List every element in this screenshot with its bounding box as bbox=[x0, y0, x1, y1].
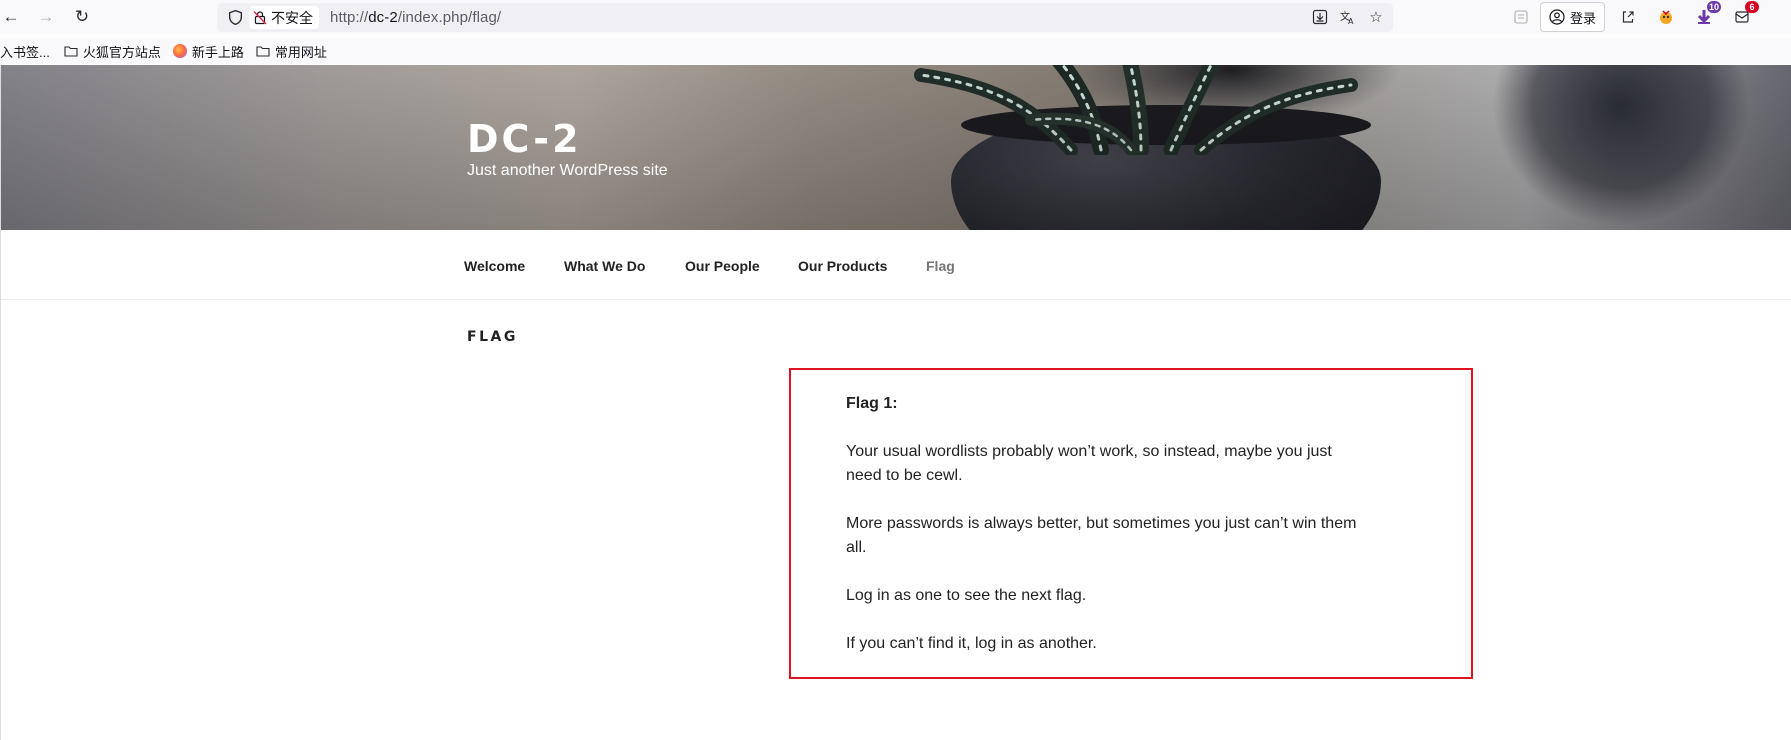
url-prefix: http:// bbox=[330, 9, 369, 26]
bookmark-getting-started[interactable]: 新手上路 bbox=[172, 42, 244, 61]
bookmark-firefox-official[interactable]: 火狐官方站点 bbox=[64, 42, 161, 61]
insecure-label: 不安全 bbox=[271, 9, 313, 26]
account-icon bbox=[1549, 9, 1565, 25]
nav-our-products[interactable]: Our Products bbox=[798, 258, 887, 274]
account-login-button[interactable]: 登录 bbox=[1540, 2, 1606, 32]
main-navigation: Welcome What We Do Our People Our Produc… bbox=[1, 230, 1791, 300]
browser-toolbar: ← → ↻ 不安全 http://dc-2/index.php/flag/ 文A… bbox=[0, 0, 1791, 34]
svg-text:A: A bbox=[1348, 17, 1354, 25]
forward-arrow-icon[interactable]: → bbox=[35, 6, 57, 28]
tracking-shield-icon[interactable] bbox=[227, 9, 244, 26]
bookmark-label: 火狐官方站点 bbox=[82, 44, 161, 60]
folder-icon bbox=[256, 46, 270, 57]
site-title[interactable]: DC-2 bbox=[467, 117, 582, 161]
folder-icon bbox=[64, 46, 78, 57]
address-bar[interactable]: 不安全 http://dc-2/index.php/flag/ 文A ☆ bbox=[217, 3, 1393, 32]
firefox-logo-icon bbox=[172, 44, 187, 58]
login-label: 登录 bbox=[1570, 10, 1597, 26]
bookmark-star-icon[interactable]: ☆ bbox=[1367, 8, 1385, 26]
header-image: DC-2 Just another WordPress site bbox=[1, 65, 1791, 230]
page-title: FLAG bbox=[467, 329, 518, 345]
extension-monkey-icon[interactable] bbox=[1655, 6, 1677, 28]
nav-welcome[interactable]: Welcome bbox=[464, 258, 525, 274]
back-arrow-icon[interactable]: ← bbox=[0, 6, 22, 28]
url-text[interactable]: http://dc-2/index.php/flag/ bbox=[330, 9, 501, 26]
entry-content: Flag 1: Your usual wordlists probably wo… bbox=[846, 392, 1366, 680]
insecure-lock-icon bbox=[253, 11, 267, 25]
bookmarks-toolbar: 入书签... 火狐官方站点 新手上路 常用网址 bbox=[0, 38, 1791, 64]
flag-heading: Flag 1: bbox=[846, 395, 898, 412]
url-host: dc-2 bbox=[368, 9, 398, 26]
nav-what-we-do[interactable]: What We Do bbox=[564, 258, 645, 274]
messages-icon[interactable]: 6 bbox=[1731, 1, 1760, 28]
bookmark-label: 入书签... bbox=[0, 44, 50, 60]
connection-insecure-button[interactable]: 不安全 bbox=[249, 6, 319, 29]
download-count-badge: 10 bbox=[1707, 1, 1722, 13]
reader-view-icon[interactable] bbox=[1510, 6, 1532, 28]
message-count-badge: 6 bbox=[1745, 1, 1760, 13]
nav-our-people[interactable]: Our People bbox=[685, 258, 760, 274]
reload-icon[interactable]: ↻ bbox=[71, 6, 93, 28]
download-manager-icon[interactable]: 10 bbox=[1693, 1, 1722, 28]
bookmark-label: 新手上路 bbox=[191, 44, 244, 60]
nav-flag[interactable]: Flag bbox=[926, 258, 955, 274]
bookmark-import[interactable]: 入书签... bbox=[0, 42, 50, 61]
url-path: /index.php/flag/ bbox=[397, 9, 502, 26]
site-description: Just another WordPress site bbox=[467, 162, 668, 179]
share-icon[interactable] bbox=[1617, 6, 1639, 28]
bookmark-common-sites[interactable]: 常用网址 bbox=[256, 42, 327, 61]
paragraph-hint-another: If you can’t find it, log in as another. bbox=[846, 635, 1097, 652]
save-to-pocket-icon[interactable] bbox=[1311, 8, 1329, 26]
paragraph-hint-passwords: More passwords is always better, but som… bbox=[846, 515, 1357, 556]
paragraph-hint-wordlists: Your usual wordlists probably won’t work… bbox=[846, 443, 1332, 484]
translate-icon[interactable]: 文A bbox=[1339, 8, 1357, 26]
paragraph-hint-login: Log in as one to see the next flag. bbox=[846, 587, 1087, 604]
bookmark-label: 常用网址 bbox=[274, 44, 327, 60]
